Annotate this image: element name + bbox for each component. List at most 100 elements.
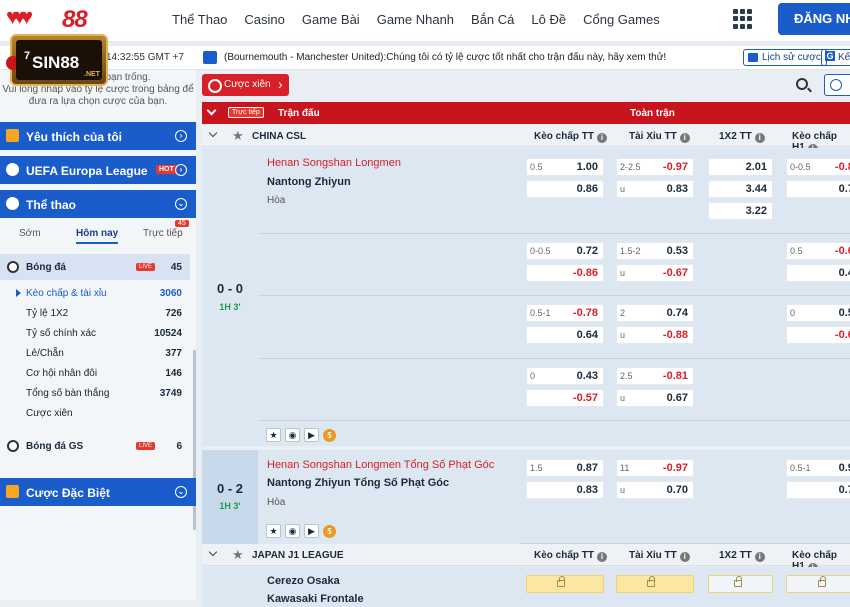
h1-handicap-away-odd[interactable]: 0.46	[786, 264, 850, 282]
market-parlay[interactable]: Cược xiên	[0, 404, 190, 424]
market-1x2[interactable]: Tỷ lệ 1X2 726	[0, 304, 190, 324]
europa-league-icon	[6, 163, 19, 176]
favorite-star-icon[interactable]: ★	[266, 428, 281, 442]
sport-football-gs[interactable]: Bóng đá GS LIVE 6	[0, 433, 190, 459]
special-bets-header[interactable]: Cược Đặc Biệt ⌄	[0, 478, 196, 506]
info-icon[interactable]: i	[597, 133, 608, 143]
handicap-away-odd[interactable]: -0.57	[526, 389, 604, 407]
h1-handicap-home-odd[interactable]: 00.52	[786, 304, 850, 322]
under-odd[interactable]: u 0.83	[616, 180, 694, 198]
h1-handicap-away-odd[interactable]: 0.75	[786, 180, 850, 198]
home-team[interactable]: Henan Songshan Longmen	[267, 157, 401, 169]
match-block-3: Cerezo Osaka Kawasaki Frontale	[202, 567, 850, 607]
teams-cell: Cerezo Osaka Kawasaki Frontale	[258, 567, 520, 607]
home-team[interactable]: Cerezo Osaka	[267, 575, 340, 587]
h1-handicap-home-odd[interactable]: 0.5-10.92	[786, 459, 850, 477]
apps-grid-icon[interactable]	[733, 9, 753, 29]
over-odd[interactable]: 11 -0.97	[616, 459, 694, 477]
over-odd[interactable]: 2.5 -0.81	[616, 367, 694, 385]
market-odd-even[interactable]: Lẻ/Chẵn 377	[0, 344, 190, 364]
1x2-away-odd[interactable]: 3.44	[708, 180, 773, 198]
live-stream-icon[interactable]: ▶	[304, 428, 319, 442]
nav-fishing[interactable]: Bắn Cá	[471, 12, 514, 27]
chevron-down-icon[interactable]	[208, 547, 218, 557]
nav-card-games[interactable]: Game Bài	[302, 12, 360, 27]
away-team[interactable]: Nantong Zhiyun Tổng Số Phạt Góc	[267, 477, 449, 489]
parlay-button[interactable]: Cược xiên	[202, 74, 289, 96]
search-icon[interactable]	[796, 78, 808, 90]
handicap-home-odd[interactable]: 0.5-1 -0.78	[526, 304, 604, 322]
live-stream-icon[interactable]: ▶	[304, 524, 319, 538]
info-icon[interactable]: i	[597, 552, 608, 562]
results-button[interactable]: Kết	[821, 49, 850, 66]
bet-history-button[interactable]: Lịch sử cược	[743, 49, 827, 66]
handicap-away-odd[interactable]: 0.64	[526, 326, 604, 344]
coin-icon[interactable]: $	[323, 429, 336, 442]
chevron-down-icon[interactable]	[206, 105, 217, 116]
over-odd[interactable]: 2 0.74	[616, 304, 694, 322]
eye-icon[interactable]: ◉	[285, 524, 300, 538]
handicap-home-odd[interactable]: 1.5 0.87	[526, 459, 604, 477]
market-total-goals[interactable]: Tổng số bàn thắng 3749	[0, 384, 190, 404]
info-icon[interactable]: i	[754, 552, 765, 562]
star-icon[interactable]: ★	[232, 547, 244, 563]
main-menu: Thể Thao Casino Game Bài Game Nhanh Bắn …	[172, 12, 677, 27]
nav-casino[interactable]: Casino	[244, 12, 284, 27]
over-odd[interactable]: 2-2.5 -0.97	[616, 158, 694, 176]
info-icon[interactable]: i	[679, 552, 690, 562]
market-correct-score[interactable]: Tỷ số chính xác 10524	[0, 324, 190, 344]
handicap-away-odd[interactable]: 0.86	[526, 180, 604, 198]
favorites-header[interactable]: Yêu thích của tôi ›	[0, 122, 196, 150]
handicap-away-odd[interactable]: -0.86	[526, 264, 604, 282]
market-handicap-ou[interactable]: Kèo chấp & tài xỉu 3060	[0, 284, 190, 304]
tab-today[interactable]: Hôm nay	[76, 228, 119, 244]
home-team[interactable]: Henan Songshan Longmen Tổng Số Phạt Góc	[267, 459, 494, 471]
coin-icon[interactable]: $	[323, 525, 336, 538]
match-period: 1H 3'	[219, 302, 241, 312]
h1-handicap-home-odd[interactable]: 0.5-0.60	[786, 242, 850, 260]
h1-handicap-away-odd[interactable]: 0.78	[786, 481, 850, 499]
league-row-japan-j1[interactable]: ★ JAPAN J1 LEAGUE Kèo chấp TT i Tài Xỉu T…	[202, 544, 850, 573]
handicap-away-odd[interactable]: 0.83	[526, 481, 604, 499]
chevron-down-icon: ⌄	[175, 486, 187, 498]
market-double-chance[interactable]: Cơ hội nhân đôi 146	[0, 364, 190, 384]
under-odd[interactable]: u -0.88	[616, 326, 694, 344]
info-icon[interactable]: i	[679, 133, 690, 143]
1x2-home-odd[interactable]: 2.01	[708, 158, 773, 176]
register-button[interactable]: ĐĂNG NH	[778, 3, 850, 35]
handicap-home-odd[interactable]: 0 0.43	[526, 367, 604, 385]
tab-live[interactable]: Trực tiếp	[143, 228, 183, 239]
chevron-right-icon: ›	[175, 164, 187, 176]
match-block-1: 0 - 0 1H 3' Henan Songshan Longmen Nanto…	[202, 148, 850, 446]
handicap-home-odd[interactable]: 0.5 1.00	[526, 158, 604, 176]
nav-quick-games[interactable]: Game Nhanh	[377, 12, 454, 27]
eye-icon[interactable]: ◉	[285, 428, 300, 442]
view-toggle-button[interactable]	[824, 74, 850, 96]
nav-sports[interactable]: Thể Thao	[172, 12, 227, 27]
tab-early[interactable]: Sớm	[19, 228, 41, 239]
handicap-home-odd[interactable]: 0-0.5 0.72	[526, 242, 604, 260]
1x2-draw-odd[interactable]: 3.22	[708, 202, 773, 220]
live-badge: LIVE	[136, 442, 156, 450]
sport-football[interactable]: Bóng đá LIVE 45	[0, 254, 190, 280]
live-badge: Trực tiếp	[228, 107, 264, 118]
over-odd[interactable]: 1.5-2 0.53	[616, 242, 694, 260]
away-team[interactable]: Kawasaki Frontale	[267, 593, 364, 605]
h1-handicap-home-odd[interactable]: 0-0.5-0.89	[786, 158, 850, 176]
away-team[interactable]: Nantong Zhiyun	[267, 176, 351, 188]
favorite-star-icon[interactable]: ★	[266, 524, 281, 538]
league-row-china-csl[interactable]: ★ CHINA CSL Kèo chấp TT i Tài Xỉu TT i 1X2…	[202, 125, 850, 154]
nav-lottery[interactable]: Lô Đề	[531, 12, 566, 27]
sports-header[interactable]: Thể thao ⌄	[0, 190, 196, 218]
h1-handicap-away-odd[interactable]: -0.66	[786, 326, 850, 344]
info-icon[interactable]: i	[754, 133, 765, 143]
under-odd[interactable]: u 0.70	[616, 481, 694, 499]
under-odd[interactable]: u -0.67	[616, 264, 694, 282]
chevron-down-icon[interactable]	[208, 128, 218, 138]
europa-league-header[interactable]: UEFA Europa League HOT ›	[0, 156, 196, 184]
star-icon[interactable]: ★	[232, 128, 244, 144]
chevron-right-icon: ›	[175, 130, 187, 142]
under-odd[interactable]: u 0.67	[616, 389, 694, 407]
soccer-ball-icon	[6, 197, 19, 210]
nav-game-portal[interactable]: Cổng Games	[583, 12, 660, 27]
